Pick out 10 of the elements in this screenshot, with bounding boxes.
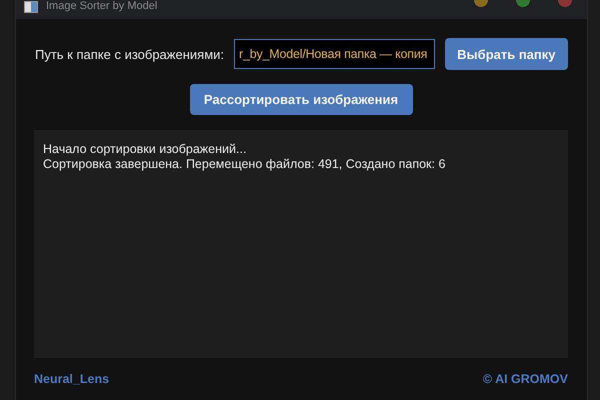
app-icon [24,1,38,13]
path-field[interactable]: r_by_Model/Новая папка — копия [234,39,435,69]
brand-label: Neural_Lens [34,372,110,386]
browse-button[interactable]: Выбрать папку [444,38,568,70]
log-line: Сортировка завершена. Перемещено файлов: 491, Создано папок: 6 [43,157,446,172]
sort-button[interactable]: Рассортировать изображения [190,84,412,115]
window-title: Image Sorter by Model [46,0,158,13]
copyright-label: © AI GROMOV [482,372,568,386]
path-label: Путь к папке с изображениями: [35,46,224,62]
log-line: Начало сортировки изображений... [43,142,248,157]
